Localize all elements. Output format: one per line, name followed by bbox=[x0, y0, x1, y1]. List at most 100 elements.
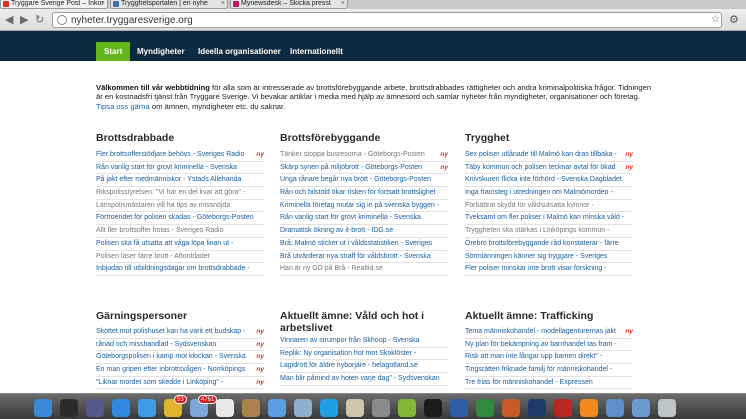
news-headline-link[interactable]: Sex poliser utlånade till Malmö kan dras… bbox=[465, 151, 617, 158]
news-item[interactable]: Polisen läser färre brott - Aftonbladet bbox=[96, 251, 264, 264]
filezilla-icon[interactable] bbox=[554, 399, 572, 417]
news-headline-link[interactable]: Brå: Malmö sticker ut i våldsstatistiken… bbox=[280, 240, 432, 247]
news-item[interactable]: Fler brottsofferstödjare behövs - Sverig… bbox=[96, 149, 264, 162]
news-headline-link[interactable]: Brå utvärderar nya straff för våldsbrott… bbox=[280, 253, 431, 260]
news-headline-link[interactable]: Dramatisk ökning av it-brott - IDG.se bbox=[280, 227, 393, 234]
news-item[interactable]: Göteborgspolisen i kamp mot klockan - Sv… bbox=[96, 351, 264, 365]
mission-control-icon[interactable] bbox=[86, 399, 104, 417]
itunes-icon[interactable] bbox=[268, 399, 286, 417]
news-headline-link[interactable]: rånad och misshandlad - Sydsvenskan bbox=[96, 341, 216, 348]
news-headline-link[interactable]: Man blir påmind av hoten varje dag" - Sy… bbox=[280, 375, 440, 382]
close-icon[interactable]: × bbox=[341, 0, 345, 7]
news-headline-link[interactable]: Täby kommun och polisen tecknar avtal fö… bbox=[465, 164, 616, 171]
nav-myndigheter[interactable]: Myndigheter bbox=[129, 42, 193, 61]
news-headline-link[interactable]: Förtroendet för polisen skadas - Götebor… bbox=[96, 214, 254, 221]
news-headline-link[interactable]: Unga rånare begår nya brott - Göteborgs-… bbox=[280, 176, 431, 183]
close-icon[interactable]: × bbox=[221, 0, 225, 7]
nav-internationellt[interactable]: Internationellt bbox=[282, 42, 351, 61]
iphoto-icon[interactable] bbox=[294, 399, 312, 417]
news-item[interactable]: En man gripen efter inbrottsvågen - Norr… bbox=[96, 364, 264, 377]
tab-gmail[interactable]: Tryggare Sverige Post – Inkor × bbox=[0, 0, 108, 9]
news-item[interactable]: Unga rånare begår nya brott - Göteborgs-… bbox=[280, 174, 448, 188]
news-item[interactable]: Täby kommun och polisen tecknar avtal fö… bbox=[465, 162, 633, 175]
news-item[interactable]: Lagidrott för äldre nyborjare - helagotl… bbox=[280, 360, 448, 374]
news-item[interactable]: Tänker stoppa busresorna - Göteborgs-Pos… bbox=[280, 149, 448, 162]
news-item[interactable]: Skärp synen på miljöbrott - Göteborgs-Po… bbox=[280, 162, 448, 175]
news-headline-link[interactable]: Skottet mot polishuset kan ha varit ett … bbox=[96, 328, 245, 335]
news-item[interactable]: Polisen ska få utsatta att våga löpa lin… bbox=[96, 238, 264, 251]
address-book-icon[interactable] bbox=[242, 399, 260, 417]
nav-ideella-organisationer[interactable]: Ideella organisationer bbox=[190, 42, 289, 61]
news-item[interactable]: Vinnaren av strumpor från Skhoop - Svens… bbox=[280, 335, 448, 348]
powerpoint-icon[interactable] bbox=[502, 399, 520, 417]
news-headline-link[interactable]: Risk att man inte fångar upp barnen dire… bbox=[465, 353, 602, 360]
news-item[interactable]: Inbjudan till utbildningsdagar om brotts… bbox=[96, 263, 264, 276]
news-headline-link[interactable]: Lagidrott för äldre nyborjare - helagotl… bbox=[280, 362, 418, 369]
news-item[interactable]: Tryggheten ska stärkas i Linköpings komm… bbox=[465, 225, 633, 238]
reload-icon[interactable]: ↻ bbox=[35, 13, 44, 27]
news-headline-link[interactable]: Ny plan för bekämpning av barnhandel tas… bbox=[465, 341, 617, 348]
dashboard-icon[interactable] bbox=[60, 399, 78, 417]
terminal-icon[interactable] bbox=[424, 399, 442, 417]
news-headline-link[interactable]: Skärp synen på miljöbrott - Göteborgs-Po… bbox=[280, 164, 422, 171]
skype-icon[interactable] bbox=[320, 399, 338, 417]
news-item[interactable]: Han är ny GD på Brå - Realtid.se bbox=[280, 263, 448, 276]
news-item[interactable]: Brå utvärderar nya straff för våldsbrott… bbox=[280, 251, 448, 264]
news-headline-link[interactable]: Länspolismästaren vill ha tips av missnö… bbox=[96, 202, 230, 209]
nav-start[interactable]: Start bbox=[96, 42, 131, 61]
address-bar[interactable]: nyheter.tryggaresverige.org bbox=[52, 12, 722, 28]
tab-mynewsdesk[interactable]: Mynewsdesk – Skicka presst × bbox=[230, 0, 348, 9]
news-headline-link[interactable]: En man gripen efter inbrottsvågen - Norr… bbox=[96, 366, 245, 373]
news-headline-link[interactable]: Allt fler brottsoffer hotas - Sveriges R… bbox=[96, 227, 223, 234]
system-preferences-icon[interactable] bbox=[372, 399, 390, 417]
news-item[interactable]: Länspolismästaren vill ha tips av missnö… bbox=[96, 200, 264, 213]
trash-icon[interactable] bbox=[658, 399, 676, 417]
news-headline-link[interactable]: Rån vanlig start för grovt kriminella - … bbox=[280, 214, 421, 221]
documents-folder-icon[interactable] bbox=[606, 399, 624, 417]
news-item[interactable]: Rån vanlig start för grovt kriminella - … bbox=[280, 212, 448, 226]
news-headline-link[interactable]: "Liknar mordet som skedde i Linköping" - bbox=[96, 379, 223, 386]
word-icon[interactable] bbox=[450, 399, 468, 417]
finder-icon[interactable] bbox=[34, 399, 52, 417]
news-headline-link[interactable]: Tänker stoppa busresorna - Göteborgs-Pos… bbox=[280, 151, 425, 158]
news-item[interactable]: Knivskuren flicka inte förhörd - Svenska… bbox=[465, 174, 633, 188]
spotify-icon[interactable] bbox=[398, 399, 416, 417]
news-item[interactable]: Fler poliser minskar inte brott visar fo… bbox=[465, 263, 633, 276]
news-item[interactable]: Sex poliser utlånade till Malmö kan dras… bbox=[465, 149, 633, 162]
news-headline-link[interactable]: Polisen ska få utsatta att våga löpa lin… bbox=[96, 240, 233, 247]
photoshop-icon[interactable] bbox=[528, 399, 546, 417]
news-item[interactable]: Sörmlänningen känner sig tryggare - Sver… bbox=[465, 251, 633, 264]
news-headline-link[interactable]: Fler poliser minskar inte brott visar fo… bbox=[465, 265, 607, 272]
calendar-icon[interactable] bbox=[216, 399, 234, 417]
tips-link[interactable]: Tipsa oss gärna bbox=[96, 102, 150, 111]
news-item[interactable]: Tre frias för människohandel - Expressen bbox=[465, 377, 633, 390]
news-item[interactable]: Skottet mot polishuset kan ha varit ett … bbox=[96, 326, 264, 339]
news-headline-link[interactable]: Polisen läser färre brott - Aftonbladet bbox=[96, 253, 210, 260]
news-headline-link[interactable]: Tingsrätten friknade familj för människo… bbox=[465, 366, 612, 373]
news-headline-link[interactable]: Kriminella företag mutar sig in på svens… bbox=[280, 202, 439, 209]
forward-arrow-icon[interactable]: ▶ bbox=[20, 13, 28, 27]
news-headline-link[interactable]: Rån vanlig start för grovt kriminella - … bbox=[96, 164, 237, 171]
news-item[interactable]: Rån vanlig start för grovt kriminella - … bbox=[96, 162, 264, 175]
news-headline-link[interactable]: Förbättrat skydd för våldsutsatta kvinno… bbox=[465, 202, 594, 209]
news-item[interactable]: Rikspolisstyrelsen: "Vi har en del kvar … bbox=[96, 187, 264, 200]
address-url[interactable]: nyheter.tryggaresverige.org bbox=[71, 14, 193, 27]
news-item[interactable]: Örebro brottsförebyggande råd konstatera… bbox=[465, 238, 633, 251]
safari-icon[interactable] bbox=[138, 399, 156, 417]
news-item[interactable]: Rån och bilstöld ökar risken för fortsat… bbox=[280, 187, 448, 200]
vlc-icon[interactable] bbox=[580, 399, 598, 417]
app-store-icon[interactable] bbox=[112, 399, 130, 417]
news-headline-link[interactable]: Vinnaren av strumpor från Skhoop - Svens… bbox=[280, 337, 420, 344]
news-item[interactable]: Förtroendet för polisen skadas - Götebor… bbox=[96, 212, 264, 226]
news-item[interactable]: Tveksamt om fler poliser i Malmö kan min… bbox=[465, 212, 633, 226]
news-headline-link[interactable]: Replik: Ny organisation hot mot Skoklöst… bbox=[280, 350, 416, 357]
news-item[interactable]: Dramatisk ökning av it-brott - IDG.se bbox=[280, 225, 448, 238]
news-headline-link[interactable]: Tema människohandel - modellagenturernas… bbox=[465, 328, 616, 335]
news-item[interactable]: Kriminella företag mutar sig in på svens… bbox=[280, 200, 448, 213]
news-headline-link[interactable]: Knivskuren flicka inte förhörd - Svenska… bbox=[465, 176, 622, 183]
news-headline-link[interactable]: Han är ny GD på Brå - Realtid.se bbox=[280, 265, 383, 272]
news-item[interactable]: Tingsrätten friknade familj för människo… bbox=[465, 364, 633, 377]
news-item[interactable]: "Liknar mordet som skedde i Linköping" -… bbox=[96, 377, 264, 390]
news-headline-link[interactable]: Rikspolisstyrelsen: "Vi har en del kvar … bbox=[96, 189, 245, 196]
news-item[interactable]: Tema människohandel - modellagenturernas… bbox=[465, 326, 633, 339]
